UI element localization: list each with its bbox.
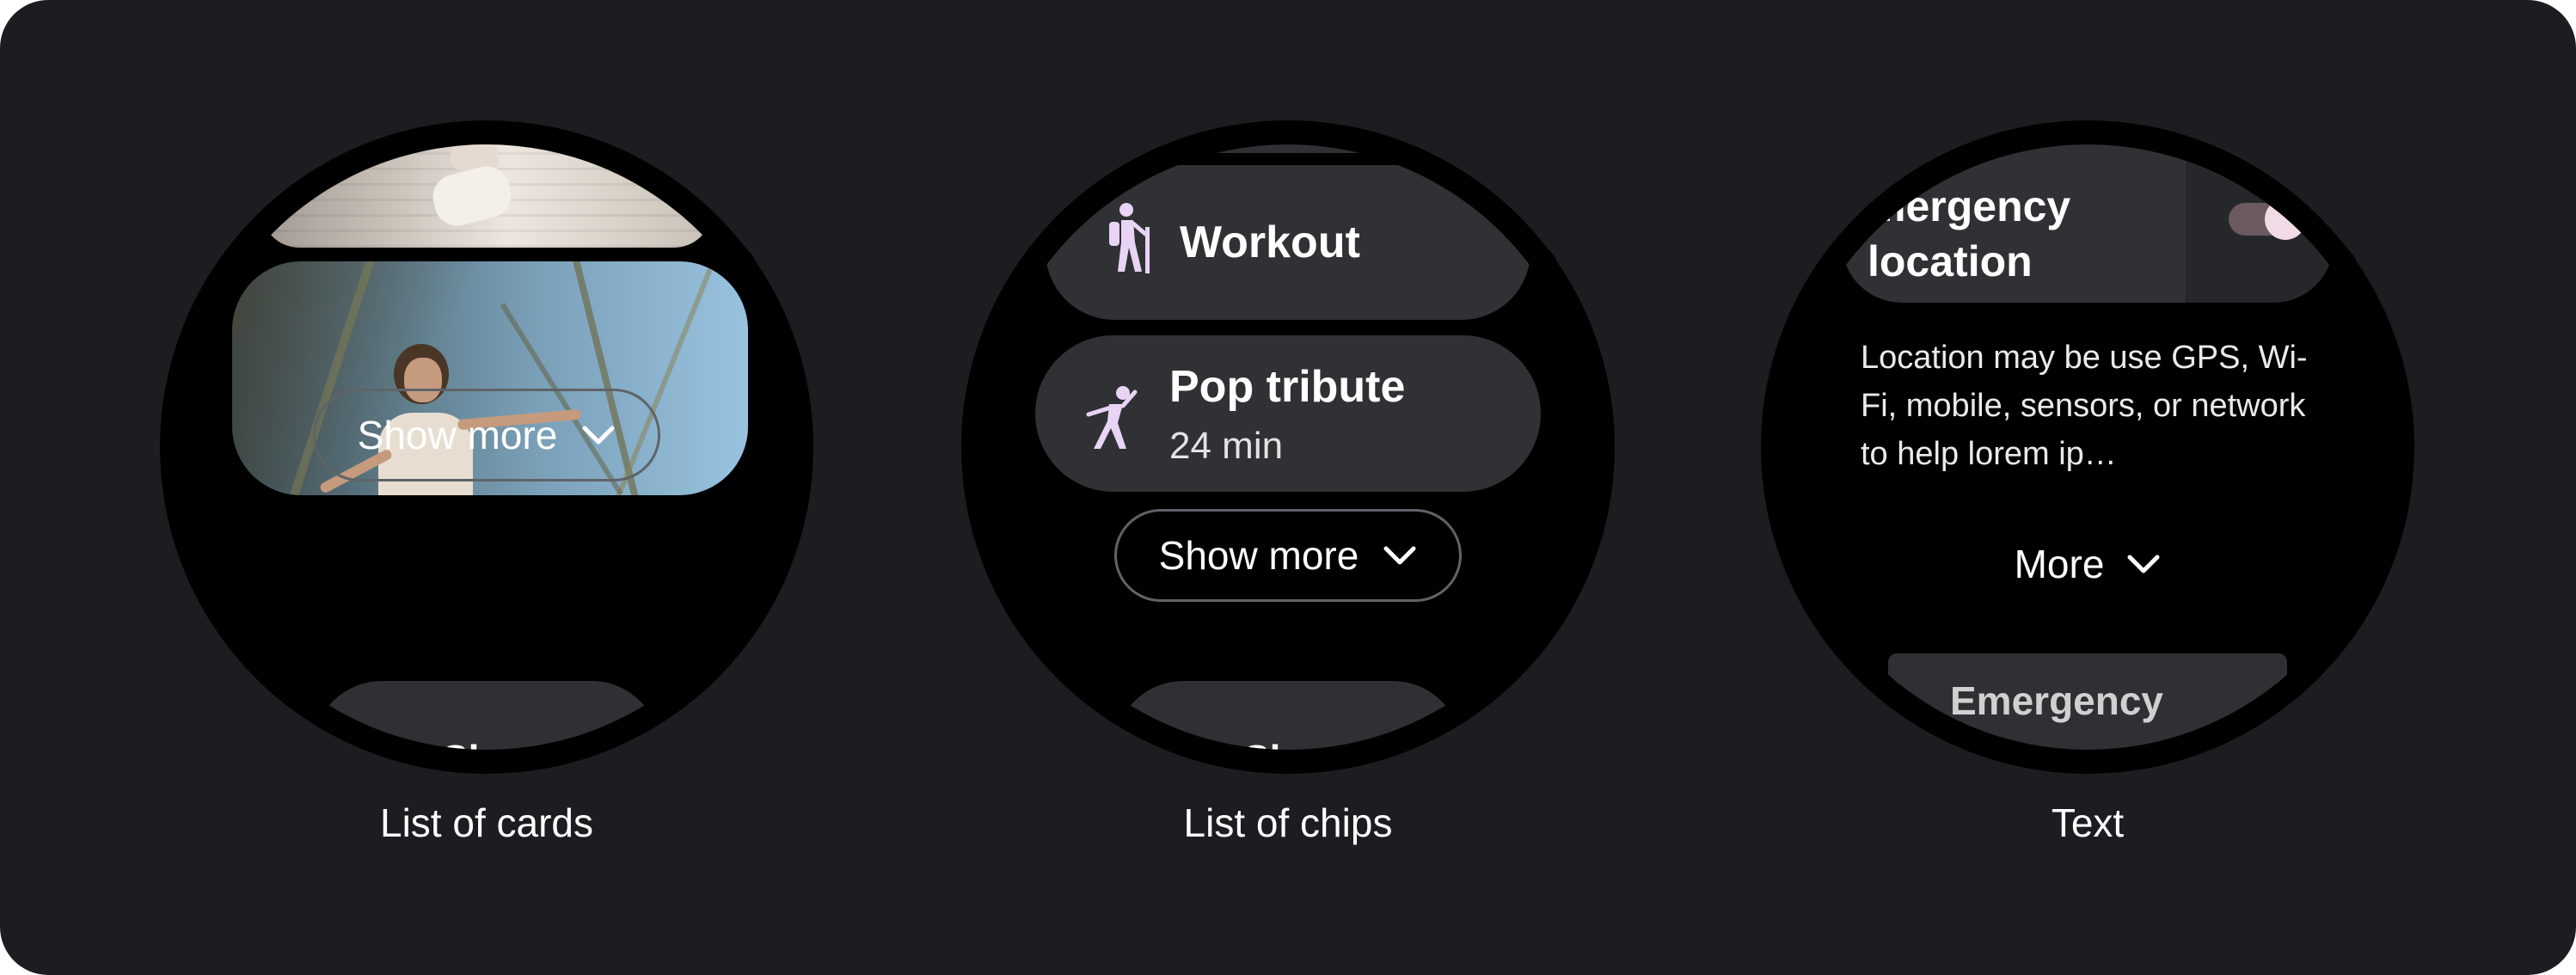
- hiking-person-icon: [1109, 203, 1150, 273]
- show-more-label: Show more: [1158, 533, 1359, 578]
- watch-screen: Show more Sh: [184, 144, 789, 750]
- watch-list-of-cards: Show more Sh: [160, 120, 813, 774]
- caption-list-of-cards: List of cards: [380, 800, 593, 845]
- chip-subtitle: 24 min: [1169, 425, 1284, 467]
- caption-list-of-chips: List of chips: [1183, 800, 1393, 845]
- toggle-thumb: [2265, 199, 2306, 240]
- watch-text: mergency location Location may be use GP…: [1761, 120, 2414, 774]
- chevron-down-icon: [1383, 546, 1416, 565]
- chip-title: Workout: [1180, 218, 1360, 267]
- caption-text: Text: [2051, 800, 2125, 845]
- show-more-button[interactable]: Show more: [1114, 509, 1462, 602]
- more-button[interactable]: More: [1957, 523, 2218, 605]
- chevron-down-icon: [582, 426, 615, 445]
- chip-workout[interactable]: Workout: [1046, 165, 1530, 320]
- next-item-label: Emergency: [1950, 678, 2164, 723]
- toggle-switch[interactable]: [2229, 199, 2306, 240]
- watch-screen: mergency location Location may be use GP…: [1785, 144, 2390, 750]
- watch-list-of-chips: Workout Pop tribute 24 min Show more Sh: [961, 120, 1615, 774]
- show-more-label: Show more: [357, 413, 558, 457]
- next-chip-label: Sh: [1243, 736, 1294, 750]
- watch-screen: Workout Pop tribute 24 min Show more Sh: [985, 144, 1591, 750]
- chevron-down-icon: [2127, 555, 2160, 573]
- chip-title: Pop tribute: [1169, 362, 1406, 412]
- more-label: More: [2014, 542, 2105, 586]
- chip-pop-tribute[interactable]: Pop tribute 24 min: [1035, 335, 1541, 492]
- examples-panel: Show more Sh Workout: [0, 0, 2576, 975]
- dancing-person-icon: [1086, 386, 1138, 449]
- next-chip-peek[interactable]: Sh: [1114, 681, 1462, 750]
- show-more-button[interactable]: Show more: [313, 389, 660, 481]
- next-card-peek[interactable]: Sh: [313, 681, 660, 750]
- description-text: Location may be use GPS, Wi-Fi, mobile, …: [1861, 340, 2308, 472]
- next-card-label: Sh: [442, 736, 493, 750]
- image-card-top[interactable]: [261, 144, 712, 248]
- toggle-chip-title: mergency location: [1868, 182, 2071, 285]
- next-item-peek[interactable]: Emergency: [1888, 653, 2287, 750]
- emergency-location-toggle-chip[interactable]: mergency location: [1842, 144, 2334, 303]
